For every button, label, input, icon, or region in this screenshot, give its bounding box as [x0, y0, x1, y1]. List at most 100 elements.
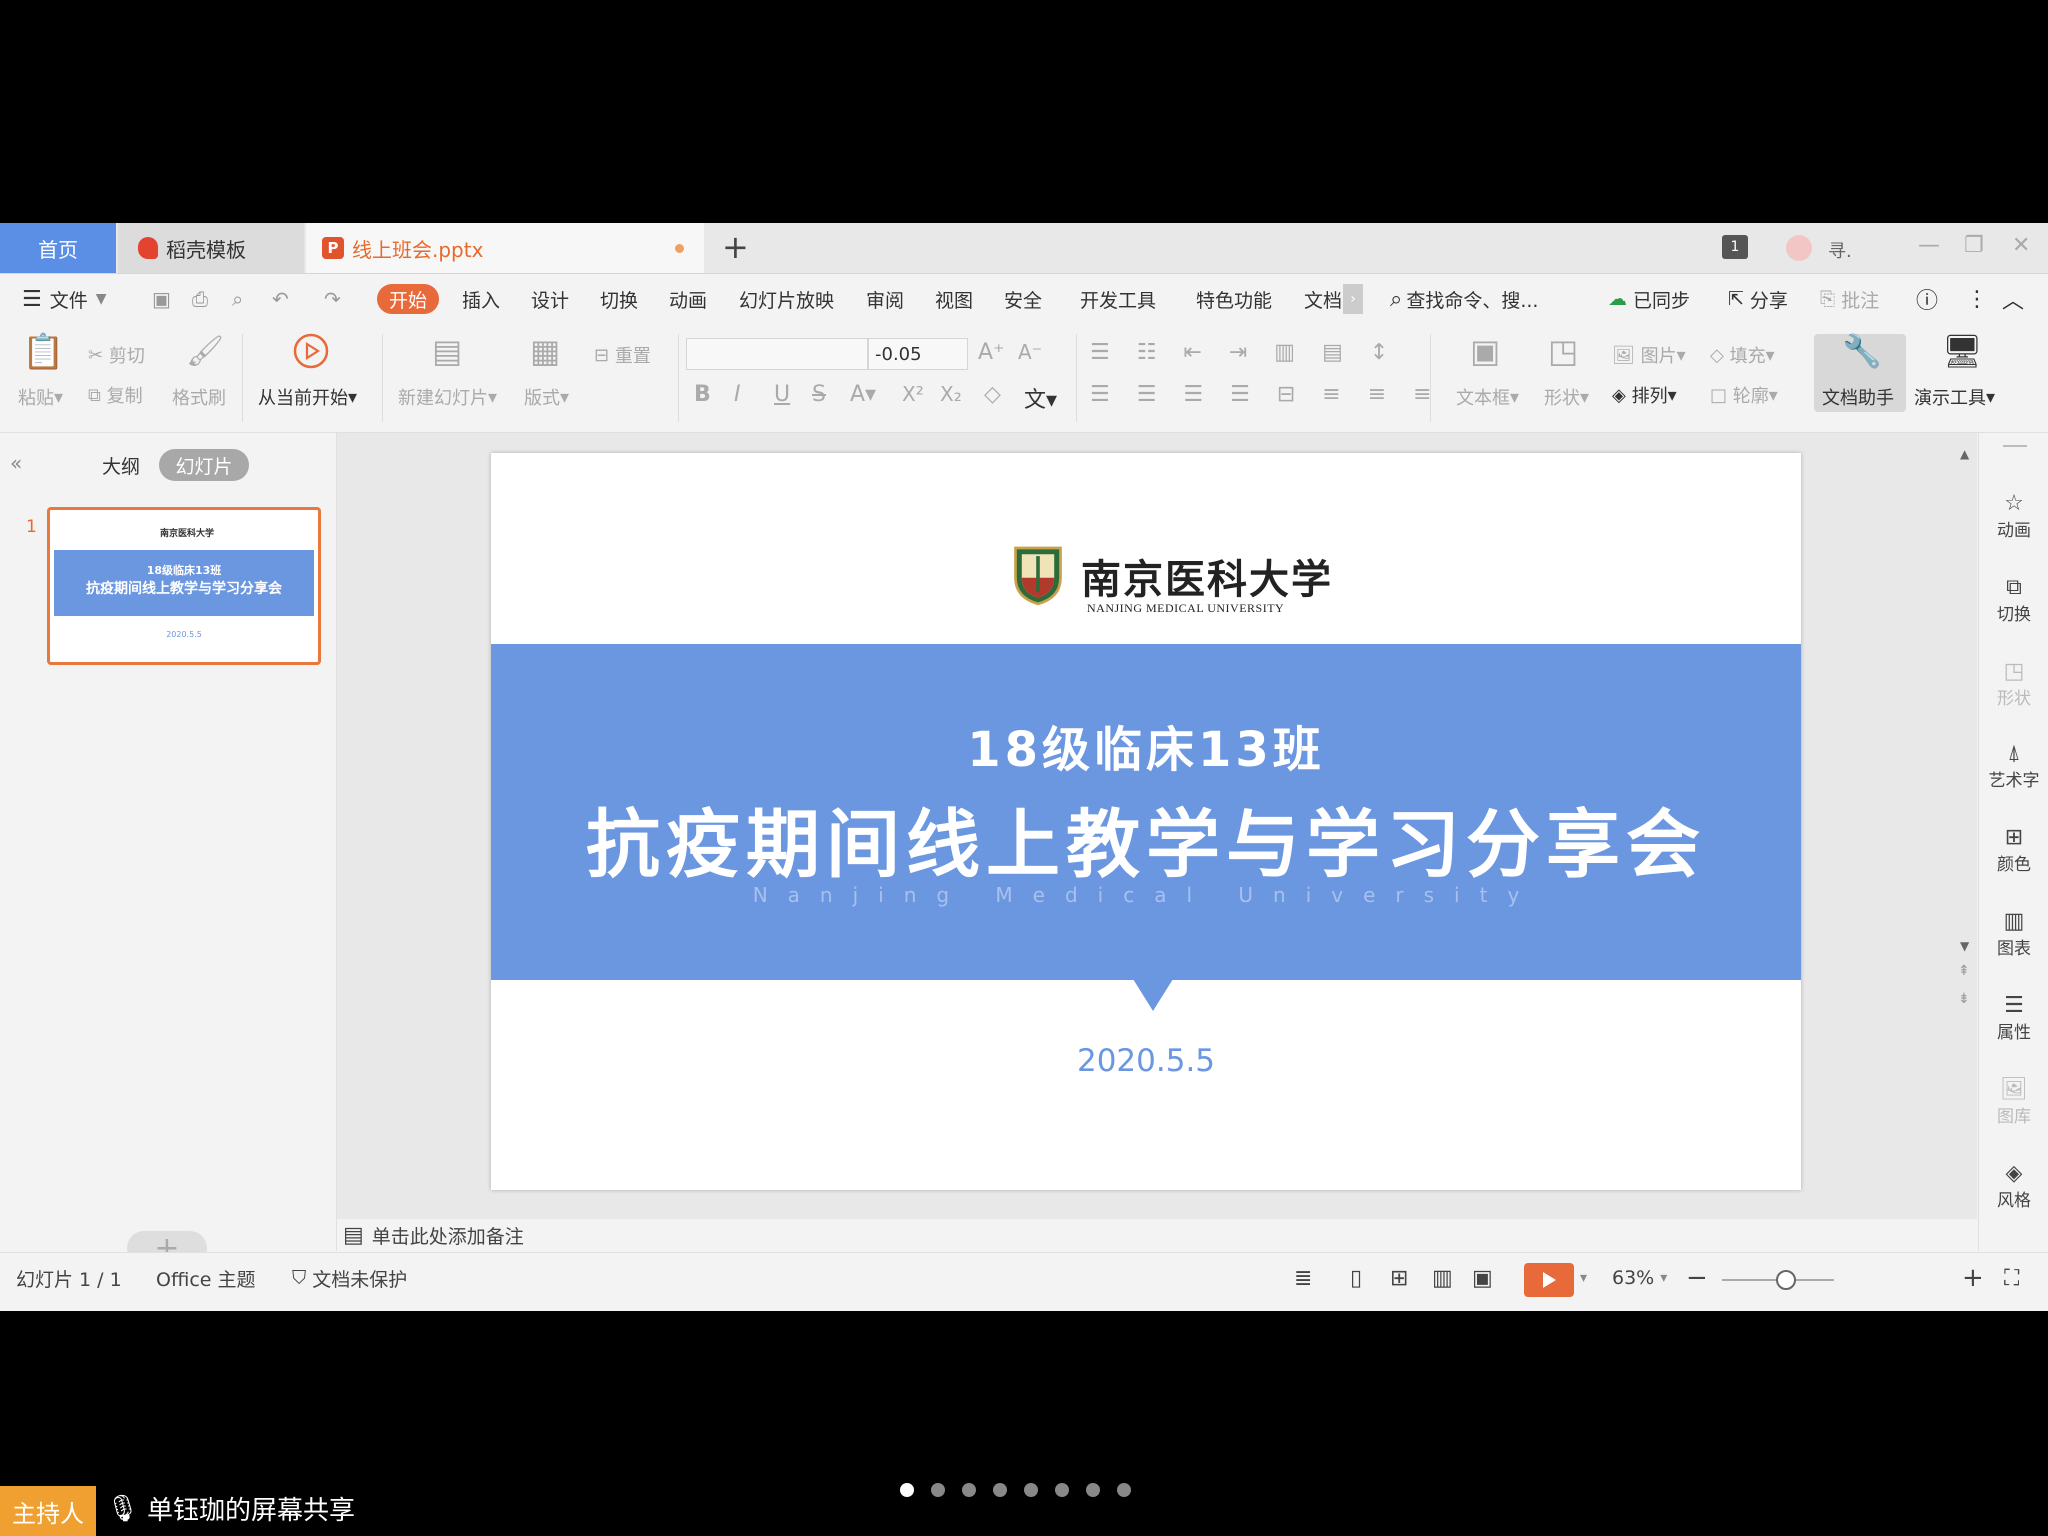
help-icon[interactable]: ⓘ [1916, 274, 1938, 324]
shape-icon[interactable]: ◳ [1548, 332, 1578, 370]
minimize-icon[interactable]: — [1918, 233, 1940, 258]
scroll-up-icon[interactable]: ▲ [1960, 447, 1969, 461]
comment-button[interactable]: ⎘ 批注 [1820, 274, 1879, 324]
underline-icon[interactable]: U [774, 382, 790, 407]
picture-button[interactable]: 🖼 图片 ▾ [1612, 342, 1686, 368]
paragraph-tools-row1[interactable]: ☰ ☷ ⇤ ⇥ ▥ ▤ ↕ [1090, 340, 1398, 365]
next-slide-icon[interactable]: ⇟ [1958, 991, 1970, 1007]
page-dot[interactable] [1055, 1483, 1069, 1497]
font-color-icon[interactable]: A▾ [850, 382, 876, 407]
sidebar-item-transition[interactable]: ⧉ 切换 [1979, 575, 2048, 625]
slideshow-options-icon[interactable]: ▾ [1580, 1253, 1587, 1303]
menu-tab-insert[interactable]: 插入 [462, 274, 500, 324]
print-icon[interactable]: ⎙ [192, 274, 208, 324]
file-menu[interactable]: ☰ 文件 ▼ [22, 274, 107, 324]
avatar[interactable] [1786, 235, 1812, 261]
slide-sorter-icon[interactable]: ⊞ [1390, 1253, 1408, 1303]
sidebar-item-properties[interactable]: ☰ 属性 [1979, 993, 2048, 1043]
protection-status[interactable]: ⛉ 文档未保护 [292, 1253, 407, 1303]
normal-view-icon[interactable]: ▯ [1350, 1253, 1362, 1303]
sidebar-item-style[interactable]: ◈ 风格 [1979, 1161, 2048, 1211]
scroll-down-icon[interactable]: ▼ [1960, 939, 1969, 953]
sidebar-item-chart[interactable]: ▥ 图表 [1979, 909, 2048, 959]
sidebar-item-wordart[interactable]: ⍋ 艺术字 [1979, 741, 2048, 791]
menu-tab-transition[interactable]: 切换 [600, 274, 638, 324]
textbox-icon[interactable]: ▣ [1470, 332, 1500, 370]
print-preview-icon[interactable]: ⌕ [232, 274, 243, 324]
superscript-icon[interactable]: X² [902, 382, 924, 406]
notes-toggle-icon[interactable]: ≣ [1294, 1253, 1312, 1303]
menu-tab-view[interactable]: 视图 [935, 274, 973, 324]
sidebar-item-color[interactable]: ⊞ 颜色 [1979, 825, 2048, 875]
page-dot[interactable] [900, 1483, 914, 1497]
menu-tab-developer[interactable]: 开发工具 [1080, 274, 1156, 324]
fill-button[interactable]: ◇ 填充 ▾ [1710, 342, 1775, 368]
subscript-icon[interactable]: X₂ [940, 382, 962, 406]
sidebar-item-gallery[interactable]: 🖼 图库 [1979, 1077, 2048, 1127]
new-slide-icon[interactable]: ▤ [432, 332, 462, 370]
menu-tab-document[interactable]: 文档 [1304, 274, 1342, 324]
zoom-out-icon[interactable]: − [1686, 1253, 1708, 1303]
sidebar-item-animation[interactable]: ☆ 动画 [1979, 491, 2048, 541]
window-count-badge[interactable]: 1 [1722, 235, 1748, 259]
textbox-button[interactable]: 文本框 ▾ [1456, 384, 1519, 410]
reset-button[interactable]: ⊟ 重置 [594, 342, 651, 368]
alignment-tools-row[interactable]: ☰ ☰ ☰ ☰ ⊟ ≡ ≡ ≡ [1090, 382, 1442, 407]
menu-tab-design[interactable]: 设计 [531, 274, 569, 324]
outline-button[interactable]: □ 轮廓 ▾ [1710, 382, 1778, 408]
font-family-select[interactable] [686, 338, 868, 370]
menu-tab-start[interactable]: 开始 [377, 284, 440, 314]
previous-slide-icon[interactable]: ⇞ [1958, 963, 1970, 979]
tab-slides[interactable]: 幻灯片 [159, 449, 249, 481]
paste-button[interactable]: 粘贴 ▾ [18, 384, 63, 410]
format-painter-button[interactable]: 格式刷 [172, 384, 226, 410]
theme-name[interactable]: Office 主题 [156, 1253, 256, 1303]
close-icon[interactable]: ✕ [2012, 233, 2030, 258]
slide-subtitle[interactable]: 18级临床13班 [491, 710, 1801, 780]
shape-button[interactable]: 形状 ▾ [1544, 384, 1589, 410]
play-circle-icon[interactable] [292, 332, 330, 370]
menu-scroll-right-icon[interactable]: › [1343, 284, 1363, 314]
menu-tab-slideshow[interactable]: 幻灯片放映 [739, 274, 834, 324]
clear-format-icon[interactable]: ◇ [984, 382, 1001, 407]
arrange-button[interactable]: ◈ 排列 ▾ [1612, 382, 1677, 408]
page-dot[interactable] [1086, 1483, 1100, 1497]
zoom-slider-handle[interactable] [1776, 1270, 1796, 1290]
redo-icon[interactable]: ↷ [324, 274, 341, 324]
slide-canvas[interactable]: 南京医科大学 NANJING MEDICAL UNIVERSITY 18级临床1… [491, 453, 1801, 1190]
search-command[interactable]: ⌕ 查找命令、搜... [1390, 274, 1538, 324]
presentation-tools-button[interactable]: 演示工具 ▾ [1914, 384, 1995, 410]
collapse-ribbon-icon[interactable]: ︿ [2002, 274, 2024, 324]
tab-home[interactable]: 首页 [0, 223, 116, 273]
page-dot[interactable] [1024, 1483, 1038, 1497]
format-painter-icon[interactable]: 🖌 [186, 334, 224, 369]
undo-icon[interactable]: ↶ [272, 274, 289, 324]
presentation-tools-icon[interactable]: 🖥 [1942, 332, 1983, 370]
page-dot[interactable] [1117, 1483, 1131, 1497]
cut-button[interactable]: ✂ 剪切 [88, 342, 145, 368]
copy-button[interactable]: ⧉ 复制 [88, 382, 143, 408]
tab-outline[interactable]: 大纲 [96, 449, 146, 481]
decrease-font-icon[interactable]: A⁻ [1018, 340, 1042, 364]
menu-tab-animation[interactable]: 动画 [669, 274, 707, 324]
notes-bar[interactable]: ▤ 单击此处添加备注 [337, 1219, 1977, 1251]
slide-date[interactable]: 2020.5.5 [491, 1043, 1801, 1079]
share-button[interactable]: ⇱ 分享 [1728, 274, 1788, 324]
menu-tab-security[interactable]: 安全 [1004, 274, 1042, 324]
sync-status[interactable]: ☁ 已同步 [1608, 274, 1690, 324]
page-dot[interactable] [993, 1483, 1007, 1497]
menu-tab-features[interactable]: 特色功能 [1196, 274, 1272, 324]
collapse-panel-icon[interactable]: « [10, 451, 22, 475]
page-indicator[interactable] [900, 1483, 1131, 1497]
new-tab-plus-icon[interactable]: + [722, 231, 749, 263]
start-from-current-button[interactable]: 从当前开始 ▾ [258, 384, 357, 410]
sidebar-item-shape[interactable]: ◳ 形状 [1979, 659, 2048, 709]
font-size-input[interactable]: -0.05 [868, 338, 968, 370]
slide-thumbnail[interactable]: 南京医科大学 18级临床13班 抗疫期间线上教学与学习分享会 2020.5.5 [47, 507, 321, 665]
restore-icon[interactable]: ❐ [1964, 233, 1984, 258]
tab-document[interactable]: P 线上班会.pptx [306, 223, 704, 273]
page-dot[interactable] [962, 1483, 976, 1497]
tab-daoke-templates[interactable]: 稻壳模板 [118, 223, 304, 273]
strikethrough-icon[interactable]: S [812, 382, 826, 407]
new-slide-button[interactable]: 新建幻灯片 ▾ [398, 384, 497, 410]
